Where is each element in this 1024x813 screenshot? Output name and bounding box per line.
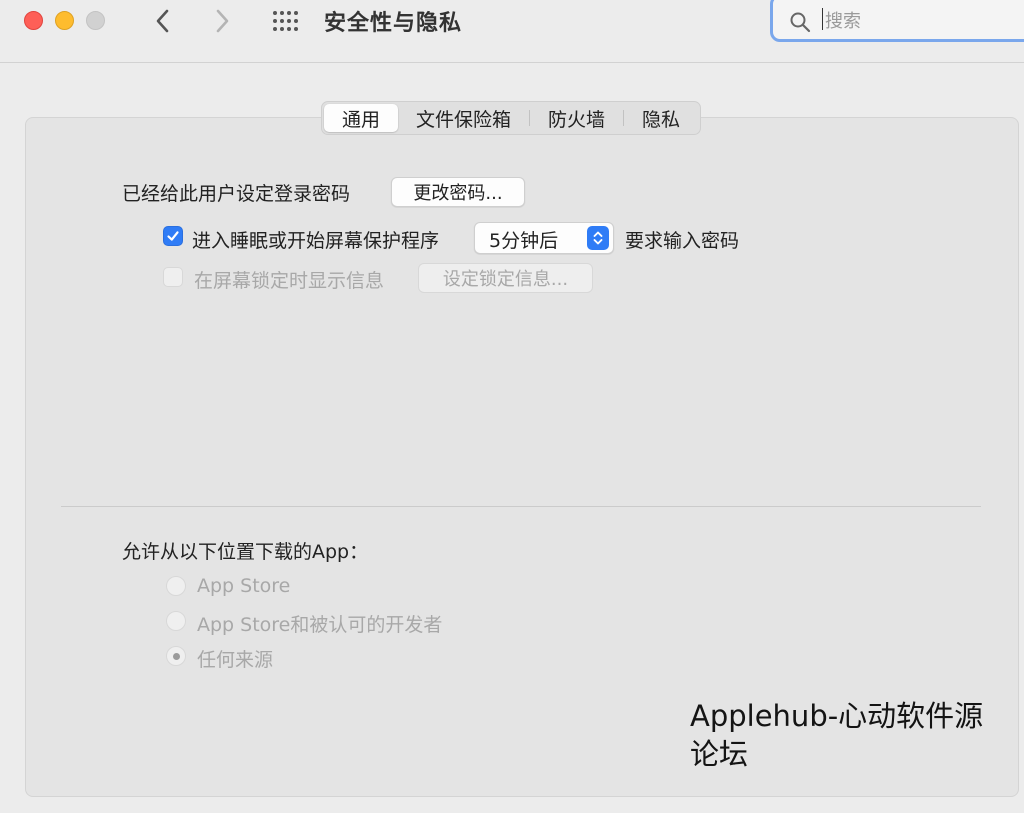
- tab-firewall[interactable]: 防火墙: [530, 104, 623, 132]
- password-delay-value: 5分钟后: [489, 230, 559, 252]
- show-all-button[interactable]: [268, 6, 304, 36]
- back-button[interactable]: [146, 4, 180, 38]
- lock-message-checkbox[interactable]: [163, 267, 183, 287]
- general-pane: [25, 117, 1019, 797]
- radio-app-store-identified-label: App Store和被认可的开发者: [197, 614, 443, 636]
- close-window-button[interactable]: [24, 11, 43, 30]
- grid-icon: [273, 11, 298, 31]
- radio-app-store-label: App Store: [197, 575, 291, 597]
- radio-app-store[interactable]: [166, 576, 186, 596]
- section-divider: [61, 506, 981, 507]
- watermark-line-2: 论坛: [690, 737, 749, 771]
- password-delay-select[interactable]: 5分钟后: [474, 222, 614, 254]
- require-password-checkbox[interactable]: [163, 226, 183, 246]
- change-password-button[interactable]: 更改密码...: [391, 177, 525, 207]
- minimize-window-button[interactable]: [55, 11, 74, 30]
- tab-privacy[interactable]: 隐私: [624, 104, 698, 132]
- require-password-label: 进入睡眠或开始屏幕保护程序: [192, 230, 440, 252]
- require-password-suffix: 要求输入密码: [625, 230, 740, 252]
- up-down-chevron-icon: [587, 226, 609, 250]
- downloads-heading: 允许从以下位置下载的App：: [122, 541, 369, 563]
- lock-message-label: 在屏幕锁定时显示信息: [194, 270, 385, 292]
- search-icon: [790, 12, 811, 33]
- tab-general[interactable]: 通用: [324, 104, 399, 132]
- search-input[interactable]: [819, 8, 1019, 30]
- search-field[interactable]: 搜索: [770, 0, 1024, 42]
- chevron-right-icon: [216, 9, 229, 33]
- radio-anywhere-label: 任何来源: [197, 649, 274, 671]
- checkmark-icon: [167, 231, 179, 241]
- chevron-left-icon: [156, 9, 169, 33]
- radio-app-store-identified[interactable]: [166, 611, 186, 631]
- window-title: 安全性与隐私: [324, 11, 463, 36]
- radio-selected-dot: [172, 652, 180, 660]
- zoom-window-button[interactable]: [86, 11, 105, 30]
- window-toolbar: 安全性与隐私 搜索: [0, 0, 1024, 63]
- set-lock-message-button[interactable]: 设定锁定信息...: [418, 263, 593, 293]
- forward-button[interactable]: [205, 4, 239, 38]
- login-password-label: 已经给此用户设定登录密码: [122, 183, 351, 205]
- tab-filevault[interactable]: 文件保险箱: [398, 104, 529, 132]
- watermark-text: Applehub-心动软件源 论坛: [690, 697, 1010, 773]
- tab-bar: 通用 文件保险箱 防火墙 隐私: [321, 101, 702, 135]
- radio-anywhere[interactable]: [166, 646, 186, 666]
- watermark-line-1: Applehub-心动软件源: [690, 699, 984, 733]
